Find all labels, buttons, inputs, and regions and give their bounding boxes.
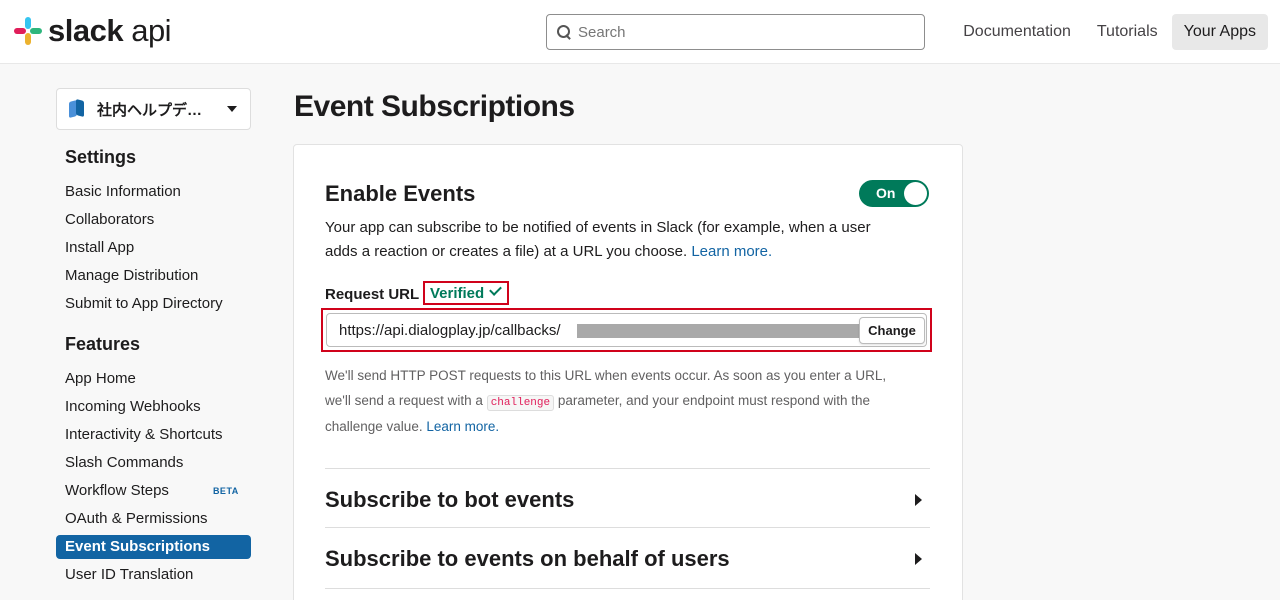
verified-highlight: Verified	[423, 281, 509, 305]
sidebar-item-submit-to-app-directory[interactable]: Submit to App Directory	[56, 290, 251, 318]
enable-events-toggle[interactable]: On	[859, 180, 929, 207]
challenge-code: challenge	[486, 394, 555, 411]
app-picker-dropdown[interactable]: 社内ヘルプデ…	[56, 88, 251, 130]
user-events-title: Subscribe to events on behalf of users	[325, 546, 730, 571]
sidebar-item-user-id-translation[interactable]: User ID Translation	[56, 561, 251, 589]
section-divider	[325, 527, 930, 528]
sidebar-item-manage-distribution[interactable]: Manage Distribution	[56, 262, 251, 290]
redacted-url-portion	[577, 324, 859, 338]
beta-badge: BETA	[212, 486, 239, 496]
help-line-2-post: parameter, and your endpoint must respon…	[557, 392, 871, 408]
sidebar-item-label: Workflow Steps	[65, 482, 169, 499]
request-url-highlight: https://api.dialogplay.jp/callbacks/ Cha…	[321, 308, 932, 352]
sidebar-item-workflow-steps[interactable]: Workflow Steps BETA	[56, 477, 251, 505]
help-line-2-pre: we'll send a request with a	[325, 392, 483, 408]
event-subscriptions-card: Enable Events On Your app can subscribe …	[293, 144, 963, 600]
desc-line-1: Your app can subscribe to be notified of…	[325, 219, 871, 236]
caret-right-icon	[915, 553, 922, 565]
sidebar-item-app-home[interactable]: App Home	[56, 365, 251, 393]
sidebar-item-interactivity-shortcuts[interactable]: Interactivity & Shortcuts	[56, 421, 251, 449]
settings-heading: Settings	[65, 147, 137, 167]
logo-text-slack: slack	[48, 13, 124, 48]
slack-api-logo[interactable]: slack api	[14, 13, 172, 48]
nav-documentation[interactable]: Documentation	[951, 14, 1083, 50]
sidebar-item-collaborators[interactable]: Collaborators	[56, 206, 251, 234]
logo-text-api: api	[131, 13, 172, 48]
section-divider	[325, 468, 930, 469]
sidebar-item-install-app[interactable]: Install App	[56, 234, 251, 262]
request-url-field[interactable]: https://api.dialogplay.jp/callbacks/ Cha…	[326, 313, 927, 347]
features-heading: Features	[65, 334, 141, 354]
slack-logo-icon	[14, 17, 42, 45]
toggle-knob	[904, 182, 927, 205]
page-title: Event Subscriptions	[294, 90, 575, 123]
help-line-3: challenge value.	[325, 419, 423, 434]
sidebar-item-basic-information[interactable]: Basic Information	[56, 178, 251, 206]
sidebar-item-slash-commands[interactable]: Slash Commands	[56, 449, 251, 477]
verified-status: Verified	[430, 283, 503, 302]
help-learn-more-link[interactable]: Learn more.	[426, 419, 499, 434]
help-line-1: We'll send HTTP POST requests to this UR…	[325, 368, 887, 383]
top-header: slack api Documentation Tutorials Your A…	[0, 0, 1280, 64]
learn-more-link[interactable]: Learn more.	[691, 243, 772, 260]
desc-line-2: adds a reaction or creates a file) at a …	[325, 243, 688, 260]
user-events-expander[interactable]: Subscribe to events on behalf of users	[325, 544, 930, 574]
section-divider	[325, 588, 930, 589]
nav-your-apps[interactable]: Your Apps	[1171, 14, 1268, 50]
chevron-down-icon	[227, 106, 237, 112]
top-nav: Documentation Tutorials Your Apps	[949, 14, 1268, 50]
change-url-button[interactable]: Change	[859, 317, 925, 344]
features-menu: App Home Incoming Webhooks Interactivity…	[56, 365, 251, 589]
search-icon	[557, 25, 571, 39]
request-url-label: Request URL	[325, 286, 420, 303]
sidebar-item-incoming-webhooks[interactable]: Incoming Webhooks	[56, 393, 251, 421]
search-input[interactable]	[578, 23, 898, 41]
sidebar-item-event-subscriptions[interactable]: Event Subscriptions	[56, 535, 251, 559]
sidebar-item-oauth-permissions[interactable]: OAuth & Permissions	[56, 505, 251, 533]
verified-text: Verified	[430, 285, 485, 302]
logo-text: slack api	[48, 13, 172, 48]
settings-menu: Basic Information Collaborators Install …	[56, 178, 251, 318]
enable-events-title: Enable Events	[325, 181, 476, 206]
enable-events-description: Your app can subscribe to be notified of…	[325, 216, 925, 264]
nav-tutorials[interactable]: Tutorials	[1085, 14, 1170, 50]
request-url-value: https://api.dialogplay.jp/callbacks/	[339, 322, 561, 339]
search-box[interactable]	[546, 14, 925, 50]
app-icon	[67, 99, 87, 119]
request-url-help-text: We'll send HTTP POST requests to this UR…	[325, 364, 925, 440]
toggle-label: On	[876, 185, 896, 201]
caret-right-icon	[915, 494, 922, 506]
app-name: 社内ヘルプデ…	[97, 101, 203, 119]
check-icon	[489, 283, 503, 296]
bot-events-title: Subscribe to bot events	[325, 487, 575, 512]
bot-events-expander[interactable]: Subscribe to bot events	[325, 485, 930, 515]
